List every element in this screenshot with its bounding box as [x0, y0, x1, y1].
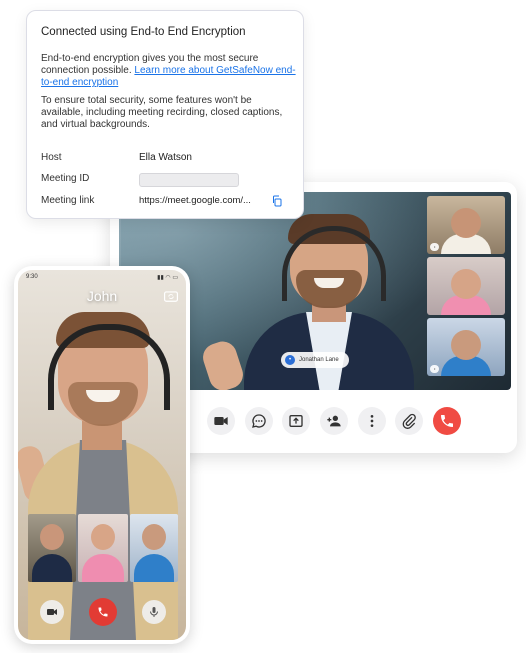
speaker-name: Jonathan Lane: [299, 357, 339, 363]
mic-icon: [150, 607, 158, 617]
status-bar: 9:30 ▮▮ ◠ ▭: [26, 274, 178, 281]
thumbnail-label: •: [430, 243, 440, 251]
copy-icon[interactable]: [271, 195, 283, 207]
status-time: 9:30: [26, 274, 38, 280]
meeting-link-label: Meeting link: [41, 195, 95, 206]
participant-thumbnail[interactable]: [427, 257, 505, 315]
share-screen-icon: [289, 415, 303, 427]
chat-button[interactable]: [245, 407, 273, 435]
camera-button[interactable]: [207, 407, 235, 435]
end-call-icon: [441, 415, 453, 427]
attach-icon: [402, 413, 416, 429]
meeting-id-label: Meeting ID: [41, 173, 90, 184]
phone-frame: 9:30 ▮▮ ◠ ▭ John: [14, 266, 190, 644]
speaker-name-tag: • Jonathan Lane: [281, 352, 349, 368]
camera-icon: [214, 417, 228, 425]
phone-mic-button[interactable]: [142, 600, 166, 624]
camera-icon: [47, 609, 57, 615]
add-person-button[interactable]: [320, 407, 348, 435]
participant-thumbnail[interactable]: •: [427, 196, 505, 254]
switch-camera-icon[interactable]: [164, 290, 178, 302]
signal-icons: ▮▮ ◠ ▭: [157, 275, 178, 281]
meeting-link-value: https://meet.google.com/...: [139, 195, 251, 206]
meeting-id-value: [139, 173, 239, 187]
more-options-button[interactable]: [358, 407, 386, 435]
chat-icon: [252, 414, 266, 428]
phone-screen: 9:30 ▮▮ ◠ ▭ John: [18, 270, 186, 640]
mic-icon: •: [285, 355, 295, 365]
encryption-description: End-to-end encryption gives you the most…: [41, 53, 296, 89]
attach-button[interactable]: [395, 407, 423, 435]
add-person-icon: [327, 415, 341, 427]
popup-title: Connected using End-to End Encryption: [41, 26, 246, 38]
participant-thumbnail[interactable]: [78, 514, 128, 582]
participant-thumbnails: • •: [427, 196, 505, 379]
participant-thumbnail[interactable]: [130, 514, 178, 582]
phone-camera-button[interactable]: [40, 600, 64, 624]
participant-thumbnail[interactable]: [28, 514, 76, 582]
security-notice: To ensure total security, some features …: [41, 95, 283, 130]
phone-participant-strip: [28, 514, 178, 582]
thumbnail-label: •: [430, 365, 440, 373]
end-call-icon: [98, 607, 108, 617]
encryption-info-popup: Connected using End-to End Encryption En…: [26, 10, 304, 219]
phone-end-call-button[interactable]: [89, 598, 117, 626]
share-screen-button[interactable]: [282, 407, 310, 435]
more-icon: [370, 415, 374, 427]
host-value: Ella Watson: [139, 152, 192, 163]
participant-thumbnail[interactable]: •: [427, 318, 505, 376]
caller-name: John: [86, 288, 118, 304]
end-call-button[interactable]: [433, 407, 461, 435]
host-label: Host: [41, 152, 62, 163]
